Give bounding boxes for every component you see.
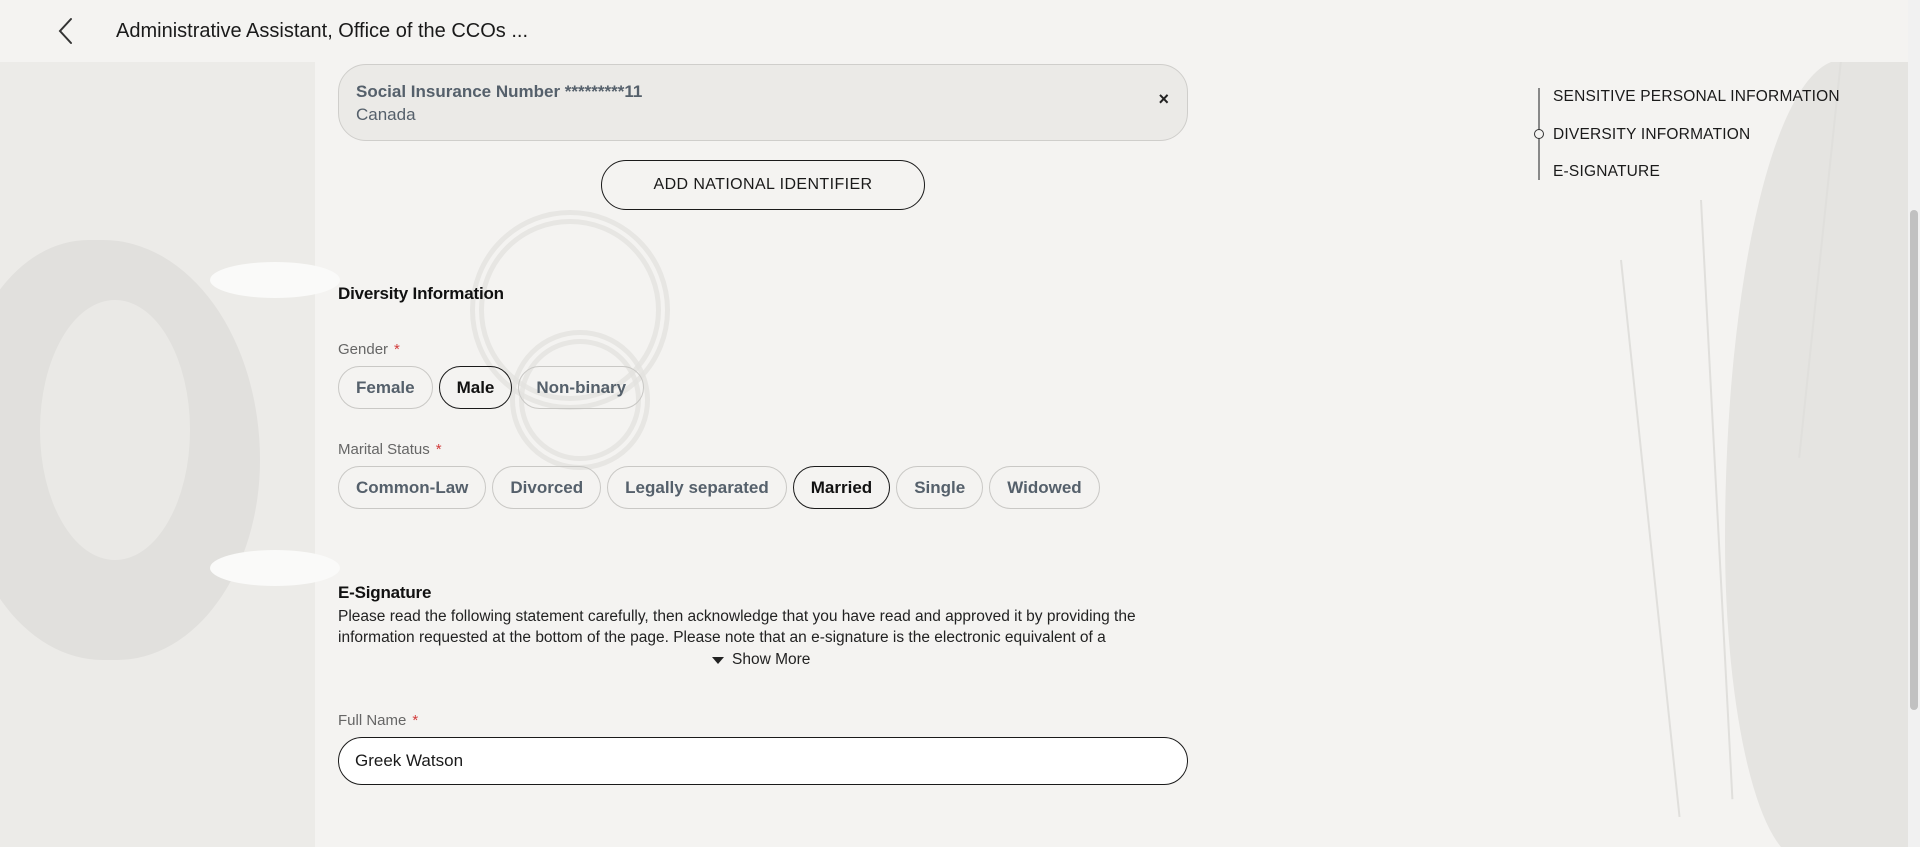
marital-status-label: Marital Status *: [338, 441, 442, 458]
marital-option-single[interactable]: Single: [896, 466, 984, 509]
background-shape: [0, 240, 260, 660]
background-line: [1620, 259, 1681, 818]
marital-option-married[interactable]: Married: [792, 466, 891, 509]
page-header: Administrative Assistant, Office of the …: [0, 0, 1908, 62]
background-line: [1700, 199, 1734, 800]
full-name-label-text: Full Name: [338, 712, 407, 729]
gender-options: Female Male Non-binary: [338, 366, 645, 409]
background-shape: [210, 550, 340, 586]
esignature-statement: Please read the following statement care…: [338, 608, 1136, 646]
show-more-button[interactable]: Show More: [712, 651, 810, 669]
gender-option-female[interactable]: Female: [338, 366, 433, 409]
required-marker: *: [394, 341, 400, 358]
nav-item-diversity-information[interactable]: DIVERSITY INFORMATION: [1553, 126, 1750, 144]
nav-item-e-signature[interactable]: E-SIGNATURE: [1553, 163, 1660, 181]
caret-down-icon: [712, 656, 724, 664]
background-shape: [40, 300, 190, 560]
marital-status-options: Common-Law Divorced Legally separated Ma…: [338, 466, 1100, 509]
back-button[interactable]: [52, 16, 82, 46]
background-shape: [210, 262, 340, 298]
chevron-left-icon: [58, 18, 72, 44]
national-identifier-country: Canada: [356, 105, 416, 124]
background-shape: [1725, 60, 1920, 847]
marital-option-widowed[interactable]: Widowed: [989, 466, 1100, 509]
full-name-label: Full Name *: [338, 712, 418, 729]
nav-active-indicator: [1534, 129, 1544, 139]
background-line: [1798, 59, 1842, 458]
scrollbar-thumb[interactable]: [1910, 210, 1918, 710]
page-title: Administrative Assistant, Office of the …: [116, 20, 529, 42]
gender-label-text: Gender: [338, 341, 389, 358]
required-marker: *: [412, 712, 419, 729]
diversity-heading: Diversity Information: [338, 284, 504, 303]
close-icon[interactable]: ×: [1158, 89, 1169, 110]
show-more-label: Show More: [732, 651, 811, 668]
marital-option-common-law[interactable]: Common-Law: [338, 466, 487, 509]
esignature-heading: E-Signature: [338, 583, 432, 602]
marital-status-label-text: Marital Status: [338, 441, 430, 458]
nav-item-sensitive-personal-information[interactable]: SENSITIVE PERSONAL INFORMATION: [1553, 88, 1840, 106]
background-panel: [0, 60, 315, 847]
required-marker: *: [435, 441, 442, 458]
national-identifier-card: Social Insurance Number *********11 Cana…: [338, 64, 1188, 141]
gender-option-male[interactable]: Male: [438, 366, 513, 409]
background-spiral: [1760, 700, 1920, 847]
marital-option-divorced[interactable]: Divorced: [492, 466, 602, 509]
add-national-identifier-button[interactable]: ADD NATIONAL IDENTIFIER: [601, 160, 925, 210]
gender-label: Gender *: [338, 341, 400, 358]
full-name-input[interactable]: [338, 737, 1188, 785]
national-identifier-label: Social Insurance Number *********11: [356, 82, 643, 101]
marital-option-legally-separated[interactable]: Legally separated: [607, 466, 787, 509]
page-scrollbar[interactable]: [1908, 0, 1920, 847]
gender-option-non-binary[interactable]: Non-binary: [518, 366, 645, 409]
